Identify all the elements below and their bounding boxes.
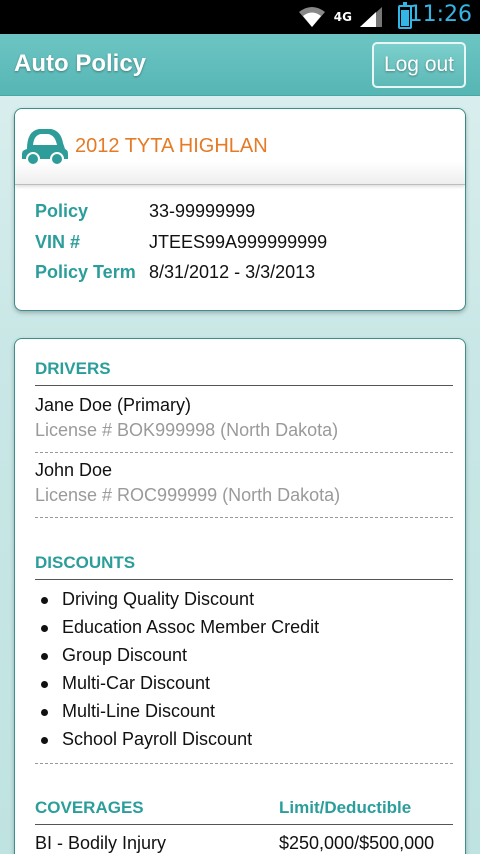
driver-item[interactable]: Jane Doe (Primary) License # BOK999998 (… bbox=[35, 389, 453, 453]
driver-license: License # ROC999999 (North Dakota) bbox=[35, 485, 341, 505]
policy-value: 33-99999999 bbox=[149, 201, 256, 221]
limit-deductible-heading: Limit/Deductible bbox=[279, 798, 412, 817]
status-icons: 4G bbox=[298, 4, 382, 30]
car-icon bbox=[22, 129, 68, 166]
discount-item: Multi-Line Discount bbox=[35, 697, 453, 725]
discount-item: Multi-Car Discount bbox=[35, 669, 453, 697]
driver-name: Jane Doe (Primary) bbox=[35, 395, 192, 415]
policy-term-value: 8/31/2012 - 3/3/2013 bbox=[149, 262, 316, 282]
coverages-heading: COVERAGES Limit/Deductible bbox=[35, 798, 453, 825]
discount-list: Driving Quality Discount Education Assoc… bbox=[35, 585, 453, 753]
driver-item[interactable]: John Doe License # ROC999999 (North Dako… bbox=[35, 454, 453, 518]
signal-icon bbox=[360, 7, 382, 27]
discount-item: Driving Quality Discount bbox=[35, 585, 453, 613]
section-divider bbox=[35, 763, 453, 764]
discount-item: Group Discount bbox=[35, 641, 453, 669]
policy-label: Policy bbox=[35, 201, 89, 221]
action-bar: Auto Policy Log out bbox=[0, 34, 480, 96]
policy-details-card: DRIVERS Jane Doe (Primary) License # BOK… bbox=[14, 338, 466, 854]
driver-name: John Doe bbox=[35, 460, 113, 480]
discounts-heading: DISCOUNTS bbox=[35, 553, 453, 580]
drivers-heading-label: DRIVERS bbox=[35, 359, 111, 378]
network-type-label: 4G bbox=[333, 10, 352, 24]
vin-value: JTEES99A999999999 bbox=[149, 232, 328, 252]
logout-button[interactable]: Log out bbox=[372, 42, 466, 88]
status-time: 11:26 bbox=[408, 2, 472, 27]
discounts-heading-label: DISCOUNTS bbox=[35, 553, 136, 572]
discount-item: School Payroll Discount bbox=[35, 725, 453, 753]
vehicle-name: 2012 TYTA HIGHLAN bbox=[75, 135, 268, 157]
coverages-heading-label: COVERAGES bbox=[35, 798, 144, 817]
page-title: Auto Policy bbox=[14, 50, 147, 77]
status-bar: 4G 11:26 bbox=[0, 0, 480, 34]
drivers-heading: DRIVERS bbox=[35, 359, 453, 386]
coverage-name: BI - Bodily Injury bbox=[35, 833, 167, 853]
vin-label: VIN # bbox=[35, 232, 81, 252]
driver-license: License # BOK999998 (North Dakota) bbox=[35, 420, 339, 440]
wifi-icon bbox=[298, 7, 325, 27]
vehicle-card: 2012 TYTA HIGHLAN Policy 33-99999999 VIN… bbox=[14, 108, 466, 311]
coverage-row[interactable]: BI - Bodily Injury $250,000/$500,000 bbox=[35, 833, 453, 854]
policy-term-label: Policy Term bbox=[35, 262, 136, 282]
vehicle-header[interactable]: 2012 TYTA HIGHLAN bbox=[15, 109, 465, 185]
discount-item: Education Assoc Member Credit bbox=[35, 613, 453, 641]
coverage-limit: $250,000/$500,000 bbox=[279, 833, 435, 853]
